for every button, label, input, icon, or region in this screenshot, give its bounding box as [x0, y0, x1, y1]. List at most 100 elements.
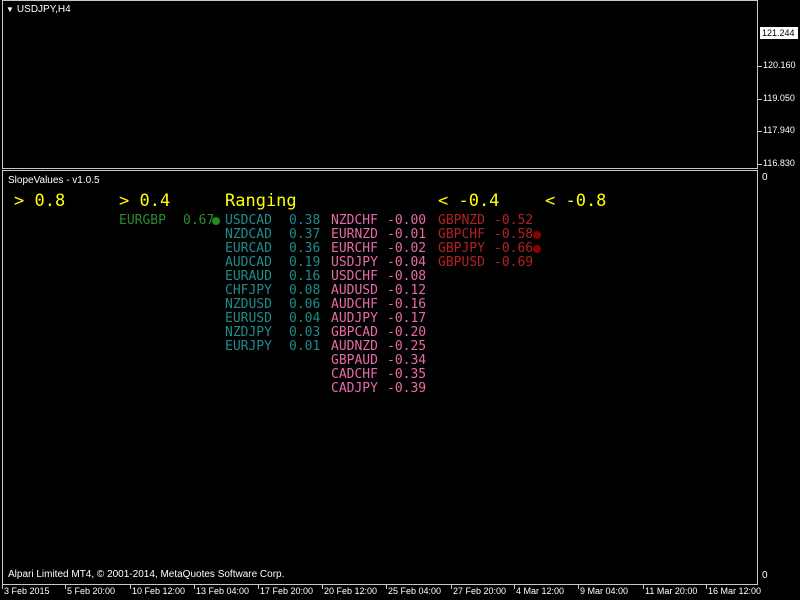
symbol-name: EURCHF: [331, 241, 378, 256]
indicator-title: SlopeValues - v1.0.5: [8, 175, 100, 186]
symbol-name: EURUSD: [225, 311, 272, 326]
time-label: 16 Mar 12:00: [708, 586, 762, 596]
time-tick: [65, 585, 66, 589]
slope-value: -0.20: [387, 325, 427, 340]
current-price-label: 121.244: [760, 27, 798, 39]
slope-value: -0.35: [387, 367, 427, 382]
slope-value: -0.66: [494, 241, 534, 256]
price-label: 120.160: [763, 60, 796, 70]
time-tick: [514, 585, 515, 589]
time-tick: [643, 585, 644, 589]
slope-value: -0.02: [387, 241, 427, 256]
symbol-name: AUDJPY: [331, 311, 378, 326]
slope-value: -0.25: [387, 339, 427, 354]
copyright-text: Alpari Limited MT4, © 2001-2014, MetaQuo…: [8, 569, 285, 580]
time-tick: [386, 585, 387, 589]
symbol-name: EURCAD: [225, 241, 272, 256]
signal-dot-icon: [212, 217, 220, 225]
column-gt-0-4: EURGBP 0.67: [119, 214, 224, 228]
symbol-row: CHFJPY 0.08: [225, 284, 330, 298]
time-tick: [2, 585, 3, 589]
slope-value: 0.04: [289, 311, 321, 326]
signal-dot-icon: [533, 231, 541, 239]
header-lt-minus-0-8: < -0.8: [545, 191, 607, 211]
symbol-row: EURGBP 0.67: [119, 214, 224, 228]
symbol-name: USDJPY: [331, 255, 378, 270]
time-label: 5 Feb 20:00: [67, 586, 116, 596]
time-label: 10 Feb 12:00: [132, 586, 186, 596]
slope-value: -0.39: [387, 381, 427, 396]
price-tick: [758, 66, 762, 67]
slope-value: 0.16: [289, 269, 321, 284]
symbol-name: NZDJPY: [225, 325, 272, 340]
slope-value: -0.52: [494, 213, 534, 228]
symbol-name: EURNZD: [331, 227, 378, 242]
symbol-name: NZDCAD: [225, 227, 272, 242]
chart-symbol-timeframe: USDJPY,H4: [16, 4, 71, 15]
slope-value: -0.16: [387, 297, 427, 312]
symbol-name: GBPUSD: [438, 255, 485, 270]
chart-title: ▼ USDJPY,H4: [6, 4, 71, 15]
slope-value: -0.69: [494, 255, 534, 270]
slope-value: -0.08: [387, 269, 427, 284]
symbol-name: USDCAD: [225, 213, 272, 228]
symbol-name: CHFJPY: [225, 283, 272, 298]
price-tick: [758, 164, 762, 165]
symbol-row: EURCAD 0.36: [225, 242, 330, 256]
symbol-name: CADJPY: [331, 381, 378, 396]
slope-value: -0.17: [387, 311, 427, 326]
symbol-row: GBPCHF -0.58: [438, 228, 543, 242]
symbol-name: EURGBP: [119, 213, 166, 228]
signal-dot-icon: [533, 245, 541, 253]
symbol-row: GBPJPY -0.66: [438, 242, 543, 256]
time-label: 25 Feb 04:00: [388, 586, 442, 596]
symbol-name: GBPCAD: [331, 325, 378, 340]
symbol-row: AUDUSD -0.12: [331, 284, 436, 298]
symbol-name: EURAUD: [225, 269, 272, 284]
price-label: 116.830: [763, 158, 795, 168]
subwindow-scale-top: 0: [762, 172, 768, 183]
symbol-name: CADCHF: [331, 367, 378, 382]
time-label: 27 Feb 20:00: [453, 586, 507, 596]
symbol-row: USDJPY -0.04: [331, 256, 436, 270]
slope-value: -0.00: [387, 213, 427, 228]
symbol-row: NZDUSD 0.06: [225, 298, 330, 312]
time-tick: [706, 585, 707, 589]
symbol-row: NZDCHF -0.00: [331, 214, 436, 228]
column-ranging-up: USDCAD 0.38 NZDCAD 0.37 EURCAD 0.36 AUDCAD 0.19…: [225, 214, 330, 354]
symbol-name: AUDCAD: [225, 255, 272, 270]
time-label: 4 Mar 12:00: [516, 586, 565, 596]
slope-value: 0.19: [289, 255, 321, 270]
symbol-row: EURCHF -0.02: [331, 242, 436, 256]
slope-value: 0.01: [289, 339, 321, 354]
chart-menu-triangle-icon[interactable]: ▼: [6, 5, 14, 14]
slope-value: -0.58: [494, 227, 534, 242]
slope-value: 0.38: [289, 213, 321, 228]
header-gt-0-8: > 0.8: [14, 191, 66, 211]
symbol-row: GBPCAD -0.20: [331, 326, 436, 340]
symbol-row: EURAUD 0.16: [225, 270, 330, 284]
time-label: 20 Feb 12:00: [324, 586, 378, 596]
symbol-row: GBPUSD -0.69: [438, 256, 543, 270]
time-tick: [130, 585, 131, 589]
slope-value: 0.08: [289, 283, 321, 298]
price-label: 117.940: [763, 125, 795, 135]
price-tick: [758, 131, 762, 132]
symbol-row: AUDNZD -0.25: [331, 340, 436, 354]
symbol-row: GBPNZD -0.52: [438, 214, 543, 228]
header-gt-0-4: > 0.4: [119, 191, 171, 211]
time-label: 3 Feb 2015: [4, 586, 50, 596]
time-tick: [451, 585, 452, 589]
slope-value: 0.36: [289, 241, 321, 256]
price-tick: [758, 99, 762, 100]
main-chart-window[interactable]: [2, 0, 758, 169]
time-label: 9 Mar 04:00: [580, 586, 629, 596]
slope-value: 0.03: [289, 325, 321, 340]
symbol-name: EURJPY: [225, 339, 272, 354]
symbol-row: EURNZD -0.01: [331, 228, 436, 242]
symbol-row: AUDJPY -0.17: [331, 312, 436, 326]
time-tick: [578, 585, 579, 589]
symbol-row: NZDJPY 0.03: [225, 326, 330, 340]
symbol-row: EURUSD 0.04: [225, 312, 330, 326]
symbol-name: GBPCHF: [438, 227, 485, 242]
